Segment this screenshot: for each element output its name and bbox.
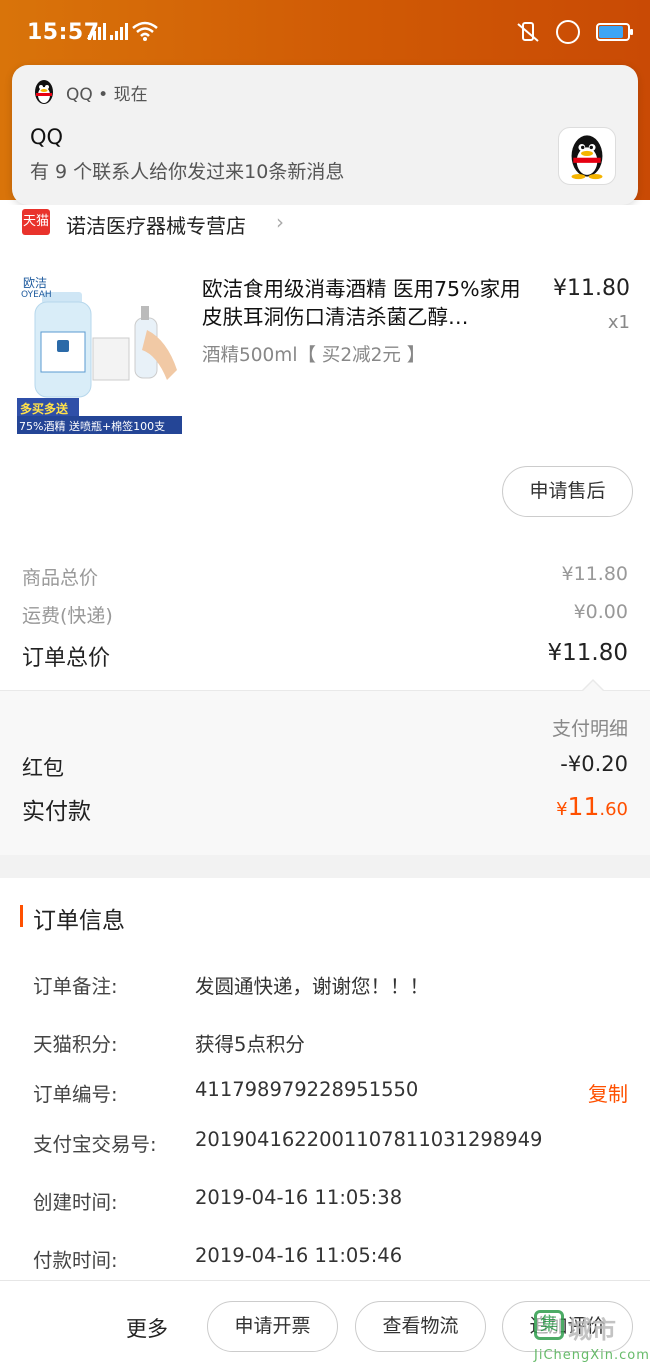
shipping-row: 运费(快递) ¥0.00 [22,601,628,628]
redpacket-value: -¥0.20 [560,752,628,776]
product-price: ¥11.80 [553,276,630,301]
created-time-label: 创建时间: [33,1191,118,1214]
view-logistics-button[interactable]: 查看物流 [355,1301,486,1352]
watermark-logo: 集 [534,1310,564,1340]
order-info-title: 订单信息 [33,908,125,934]
goods-total-value: ¥11.80 [561,563,628,585]
payment-detail-label: 支付明细 [551,718,628,740]
shipping-value: ¥0.00 [573,601,628,623]
signal-4g-icon [110,22,128,40]
vibrate-off-icon [517,22,539,42]
order-total-label: 订单总价 [22,646,111,671]
product-banner-label: 75%酒精 送喷瓶+棉签100支 [19,420,166,433]
tmall-points-label: 天猫积分: [33,1033,118,1056]
panel-pointer-inner [582,681,604,692]
paid-time-label: 付款时间: [33,1249,118,1272]
paid-label: 实付款 [22,799,91,825]
wifi-icon [132,21,158,41]
qq-avatar [558,127,616,185]
order-note-label: 订单备注: [33,975,118,998]
section-divider [0,855,650,878]
tmall-points-value: 获得5点积分 [195,1033,305,1056]
request-invoice-button[interactable]: 申请开票 [207,1301,338,1352]
order-number-value: 411798979228951550 [195,1078,419,1101]
product-brand-label: 欧洁 [23,276,48,290]
notification-app-row: QQ • 现在 [32,78,148,106]
watermark-url: JiChengXin.com [534,1348,650,1363]
product-brand-en-label: OYEAH [21,290,52,300]
tmall-badge: 天猫 [22,209,50,235]
product-sku: 酒精500ml【 买2减2元 】 [202,345,426,366]
qq-notification-card[interactable]: QQ • 现在 QQ 有 9 个联系人给你发过来10条新消息 [12,65,638,205]
notification-app-name: QQ • 现在 [66,84,148,105]
copy-order-number-button[interactable]: 复制 [588,1078,628,1107]
battery-icon [596,23,633,41]
alipay-trade-no-label: 支付宝交易号: [33,1133,157,1156]
qq-penguin-large-icon [571,135,603,180]
order-total-value: ¥11.80 [547,640,628,666]
site-watermark: 集 城市 JiChengXin.com [534,1310,649,1368]
product-promo-label: 多买多送 [20,402,69,416]
signal-icon [88,22,106,40]
alipay-trade-no-value: 2019041622001107811031298949 [195,1128,543,1151]
order-note-value: 发圆通快递，谢谢您！！！ [195,975,430,998]
paid-integer: 11 [567,792,600,821]
status-left-icons [88,21,158,41]
chevron-right-icon: › [276,210,284,234]
section-accent-bar [20,905,23,927]
shipping-label: 运费(快递) [22,605,113,627]
paid-decimal: .60 [599,799,628,820]
redpacket-row: 红包 -¥0.20 [22,752,628,782]
qq-penguin-icon [35,80,53,104]
after-sale-button[interactable]: 申请售后 [502,466,633,517]
notification-text: 有 9 个联系人给你发过来10条新消息 [30,161,345,183]
lock-rotation-icon [556,20,580,44]
paid-amount: ¥11.60 [556,792,628,826]
paid-currency: ¥ [556,799,568,820]
order-number-label: 订单编号: [33,1083,118,1106]
paid-row: 实付款 ¥11.60 [22,792,628,826]
product-image[interactable]: 欧洁 OYEAH 多买多送 75%酒精 送喷瓶+棉签100支 [17,270,182,435]
paid-time-value: 2019-04-16 11:05:46 [195,1244,403,1267]
status-right-icons [516,20,633,44]
watermark-text: 城市 [568,1316,616,1344]
goods-total-row: 商品总价 ¥11.80 [22,563,628,590]
created-time-value: 2019-04-16 11:05:38 [195,1186,403,1209]
store-name[interactable]: 诺洁医疗器械专营店 [66,210,246,239]
redpacket-label: 红包 [22,756,64,780]
notification-title: QQ [30,125,64,149]
more-button[interactable]: 更多 [126,1313,168,1343]
product-quantity: x1 [607,312,630,333]
status-bar: 15:57 [0,0,650,66]
goods-total-label: 商品总价 [22,567,99,589]
store-row[interactable]: 天猫 诺洁医疗器械专营店 › [0,205,650,245]
order-total-row: 订单总价 ¥11.80 [22,640,628,672]
product-title[interactable]: 欧洁食用级消毒酒精 医用75%家用皮肤耳洞伤口清洁杀菌乙醇… [202,275,532,331]
